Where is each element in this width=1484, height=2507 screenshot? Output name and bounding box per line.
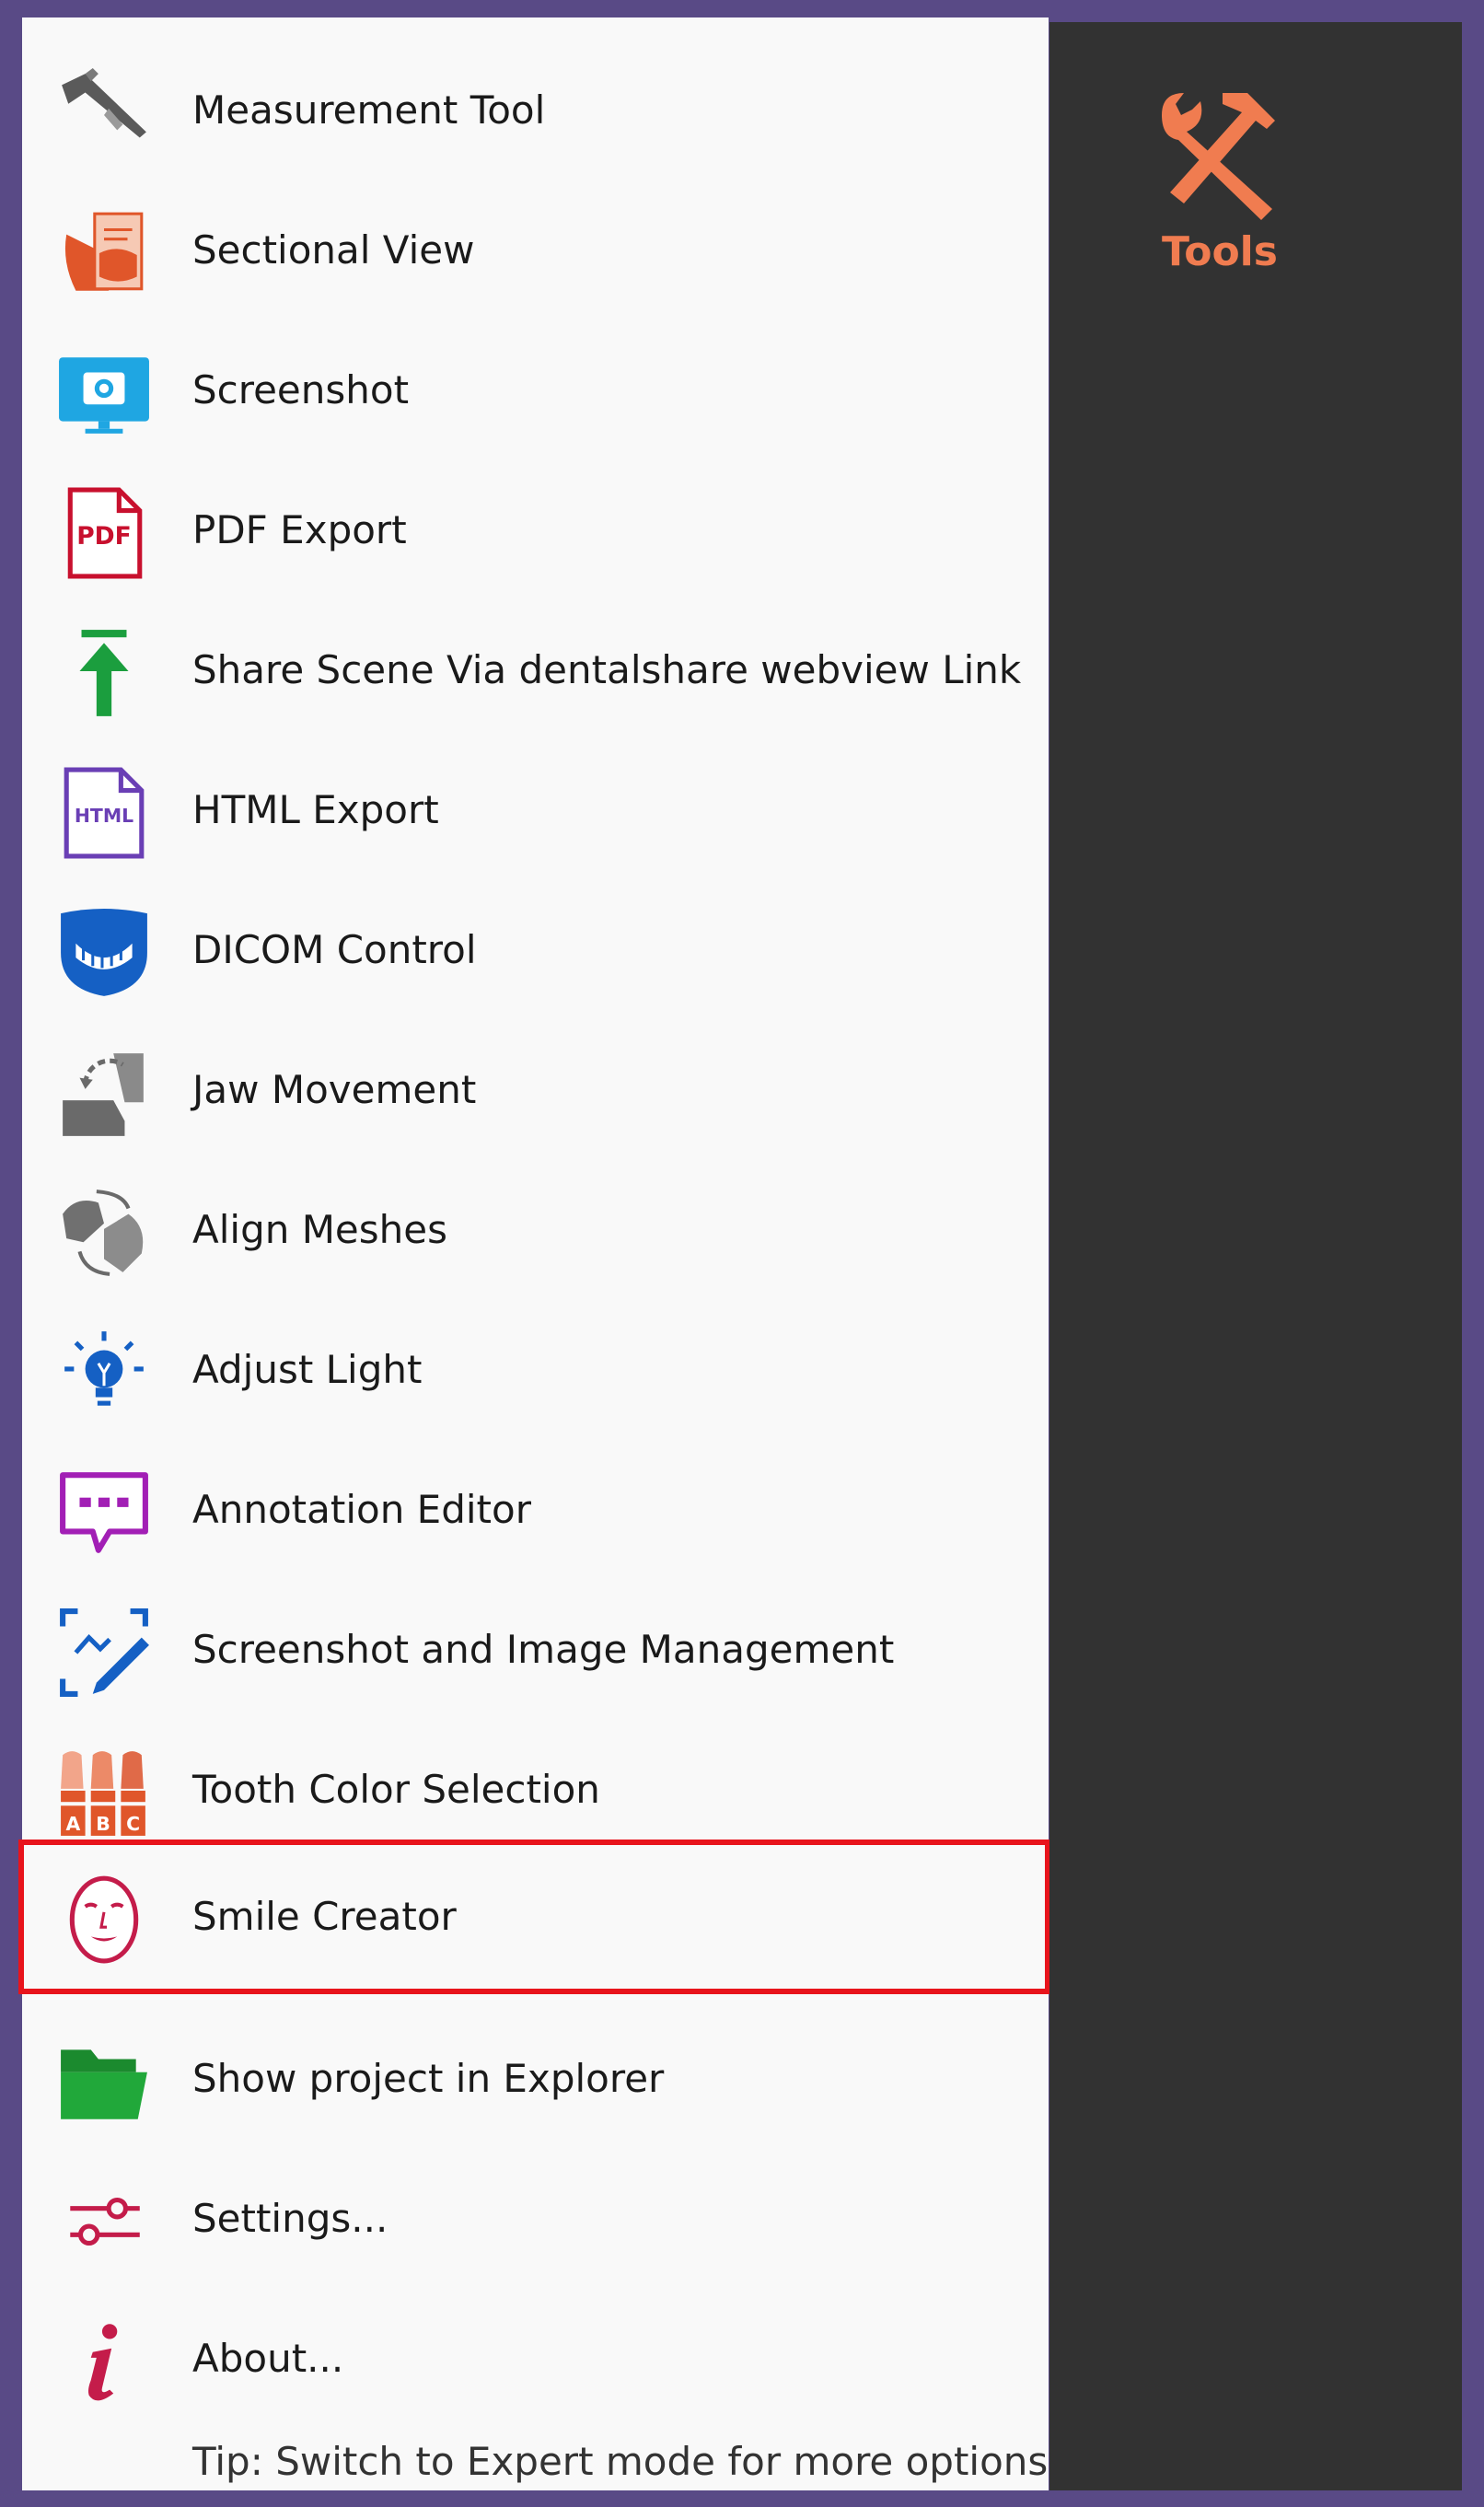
menu-item-sectional-view[interactable]: Sectional View xyxy=(22,180,1049,320)
menu-item-label: DICOM Control xyxy=(192,927,477,972)
menu-item-label: About... xyxy=(192,2336,344,2381)
menu-item-jaw-movement[interactable]: Jaw Movement xyxy=(22,1020,1049,1160)
lightbulb-icon xyxy=(57,1326,151,1420)
face-icon xyxy=(57,1871,151,1965)
info-icon xyxy=(57,2315,151,2408)
sliders-icon xyxy=(57,2175,151,2269)
shade-letter-c: C xyxy=(126,1813,140,1835)
upload-arrow-icon xyxy=(57,626,151,720)
tooth-shade-icon: A B C xyxy=(57,1746,151,1840)
svg-text:HTML: HTML xyxy=(75,805,133,827)
menu-item-label: Align Meshes xyxy=(192,1207,447,1252)
menu-item-label: PDF Export xyxy=(192,507,407,552)
menu-item-share-scene[interactable]: Share Scene Via dentalshare webview Link xyxy=(22,600,1049,740)
menu-item-smile-creator[interactable]: Smile Creator xyxy=(18,1840,1050,1994)
menu-item-label: Show project in Explorer xyxy=(192,2056,665,2101)
hammer-wrench-icon xyxy=(1162,93,1275,220)
menu-item-label: Screenshot and Image Management xyxy=(192,1627,895,1672)
align-meshes-icon xyxy=(57,1186,151,1280)
menu-item-align-meshes[interactable]: Align Meshes xyxy=(22,1160,1049,1300)
menu-item-label: Settings... xyxy=(192,2196,388,2241)
menu-item-label: HTML Export xyxy=(192,787,439,832)
tools-sidebar: Tools xyxy=(1049,22,1462,2490)
menu-item-label: Share Scene Via dentalshare webview Link xyxy=(192,647,1022,692)
menu-item-html-export[interactable]: HTML HTML Export xyxy=(22,740,1049,880)
shade-letter-a: A xyxy=(65,1813,80,1835)
tools-menu-panel: Measurement Tool Sectional View Screensh xyxy=(18,17,1050,2490)
menu-item-label: Sectional View xyxy=(192,227,475,273)
speech-bubble-icon xyxy=(57,1466,151,1560)
svg-text:PDF: PDF xyxy=(76,522,132,551)
menu-item-settings[interactable]: Settings... xyxy=(22,2149,1049,2289)
menu-item-pdf-export[interactable]: PDF PDF Export xyxy=(22,460,1049,600)
sectional-view-icon xyxy=(57,206,151,300)
jaw-movement-icon xyxy=(57,1046,151,1140)
pdf-file-icon: PDF xyxy=(57,486,151,580)
menu-item-measurement-tool[interactable]: Measurement Tool xyxy=(22,41,1049,180)
menu-item-screenshot[interactable]: Screenshot xyxy=(22,320,1049,460)
image-edit-icon xyxy=(57,1606,151,1700)
menu-item-label: Smile Creator xyxy=(192,1894,457,1939)
expert-mode-tip: Tip: Switch to Expert mode for more opti… xyxy=(192,2439,1049,2484)
folder-icon xyxy=(57,2035,151,2129)
menu-item-adjust-light[interactable]: Adjust Light xyxy=(22,1300,1049,1440)
menu-item-label: Annotation Editor xyxy=(192,1487,531,1532)
menu-item-label: Adjust Light xyxy=(192,1347,423,1392)
menu-item-label: Screenshot xyxy=(192,367,410,412)
menu-item-image-management[interactable]: Screenshot and Image Management xyxy=(22,1580,1049,1720)
shade-letter-b: B xyxy=(96,1813,110,1835)
menu-item-show-in-explorer[interactable]: Show project in Explorer xyxy=(22,2009,1049,2149)
caliper-icon xyxy=(57,66,151,160)
jaw-shield-icon xyxy=(57,906,151,1000)
menu-item-label: Jaw Movement xyxy=(192,1067,477,1112)
tools-label: Tools xyxy=(1162,228,1278,275)
menu-item-dicom-control[interactable]: DICOM Control xyxy=(22,880,1049,1020)
tools-button[interactable]: Tools xyxy=(1105,85,1335,324)
menu-item-label: Measurement Tool xyxy=(192,87,546,133)
html-file-icon: HTML xyxy=(57,766,151,860)
menu-item-about[interactable]: About... xyxy=(22,2289,1049,2429)
camera-monitor-icon xyxy=(57,346,151,440)
menu-item-annotation-editor[interactable]: Annotation Editor xyxy=(22,1440,1049,1580)
